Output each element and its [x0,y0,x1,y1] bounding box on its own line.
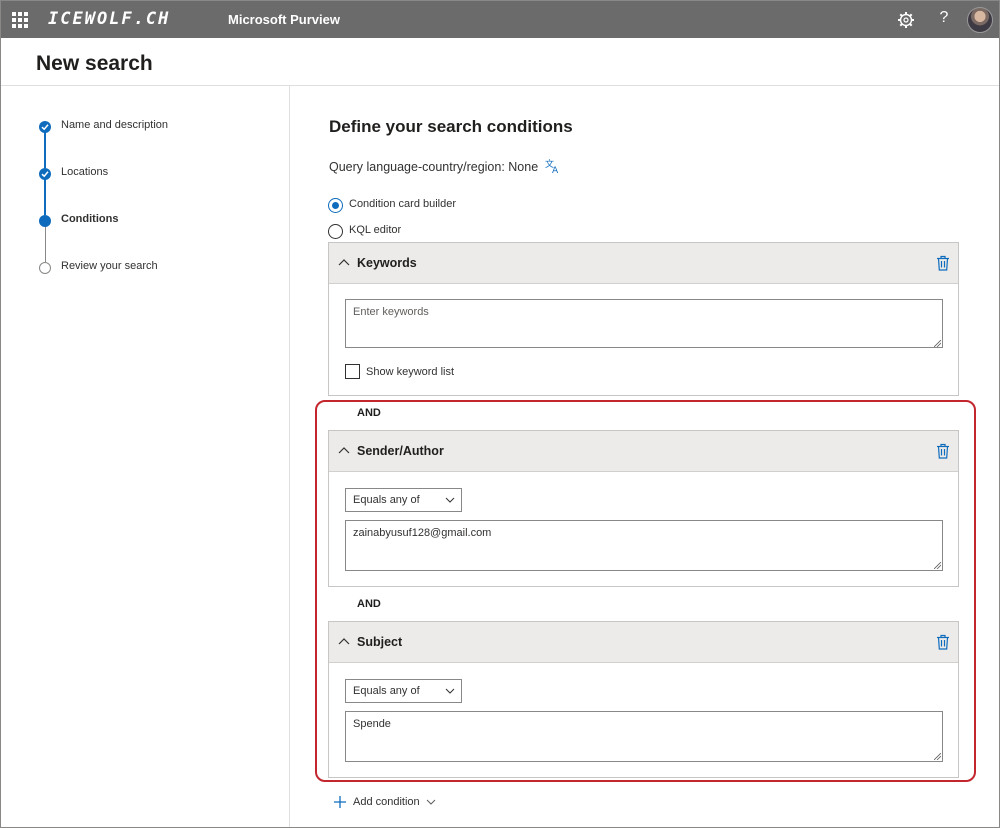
avatar[interactable] [967,7,993,33]
checkmark-icon [39,121,51,133]
step-connector [44,132,46,168]
step-review[interactable]: Review your search [39,260,158,274]
settings-icon[interactable] [897,11,915,29]
app-launcher-icon[interactable] [12,12,28,28]
radio-unselected-icon[interactable] [328,224,343,239]
radio-label: Condition card builder [349,198,457,210]
card-header[interactable]: Subject [329,622,958,663]
and-operator: AND [357,407,381,419]
chevron-down-icon [426,799,436,805]
and-operator: AND [357,598,381,610]
page-title: New search [36,52,153,75]
query-language-text: Query language-country/region: None [329,160,539,174]
chevron-up-icon[interactable] [338,258,350,266]
chevron-down-icon [445,688,455,694]
dropdown-value: Equals any of [353,494,420,506]
delete-icon[interactable] [936,255,950,271]
step-connector [44,179,46,215]
card-title: Sender/Author [357,444,444,458]
step-name-description[interactable]: Name and description [39,119,168,133]
sidebar-divider [289,86,290,827]
pending-step-icon [39,262,51,274]
plus-icon [334,796,346,808]
show-keyword-list-checkbox[interactable]: Show keyword list [345,364,454,379]
add-condition-label: Add condition [353,796,420,808]
checkmark-icon [39,168,51,180]
subject-input[interactable]: Spende [345,711,943,762]
add-condition-button[interactable]: Add condition [333,795,436,809]
step-locations[interactable]: Locations [39,166,108,180]
delete-icon[interactable] [936,634,950,650]
radio-label: KQL editor [349,224,402,236]
resize-handle-icon[interactable] [934,562,941,569]
language-icon[interactable]: 文 A [545,158,561,174]
step-label: Review your search [61,260,158,272]
product-name[interactable]: Microsoft Purview [228,12,340,27]
card-header[interactable]: Sender/Author [329,431,958,472]
chevron-down-icon [445,497,455,503]
chevron-up-icon[interactable] [338,637,350,645]
resize-handle-icon[interactable] [934,753,941,760]
card-header[interactable]: Keywords [329,243,958,284]
step-label: Name and description [61,119,169,131]
subject-card: Subject Equals any of Spende [328,621,959,778]
dropdown-value: Equals any of [353,685,420,697]
sender-operator-dropdown[interactable]: Equals any of [345,488,462,512]
header-divider [1,85,999,86]
step-label: Conditions [61,213,119,225]
current-step-icon [39,215,51,227]
brand-logo[interactable]: ICEWOLF.CH [48,9,170,29]
delete-icon[interactable] [936,443,950,459]
chevron-up-icon[interactable] [338,446,350,454]
card-title: Keywords [357,256,417,270]
card-title: Subject [357,635,403,649]
resize-handle-icon[interactable] [934,340,941,347]
radio-kql-editor[interactable]: KQL editor [328,224,401,239]
section-title: Define your search conditions [329,117,573,136]
sender-author-card: Sender/Author Equals any of zainabyusuf1… [328,430,959,587]
step-label: Locations [61,166,109,178]
subject-operator-dropdown[interactable]: Equals any of [345,679,462,703]
radio-selected-icon[interactable] [328,198,343,213]
step-connector [44,226,46,262]
radio-condition-card-builder[interactable]: Condition card builder [328,198,456,213]
sender-input[interactable]: zainabyusuf128@gmail.com [345,520,943,571]
help-icon[interactable]: ? [936,9,952,29]
checkbox-label: Show keyword list [366,365,455,378]
svg-text:A: A [552,166,559,174]
keywords-card: Keywords Enter keywords Show keyword lis… [328,242,959,396]
keywords-input[interactable]: Enter keywords [345,299,943,348]
step-conditions[interactable]: Conditions [39,213,118,227]
top-bar: ICEWOLF.CH Microsoft Purview ? [1,1,999,38]
checkbox-icon[interactable] [345,364,360,379]
